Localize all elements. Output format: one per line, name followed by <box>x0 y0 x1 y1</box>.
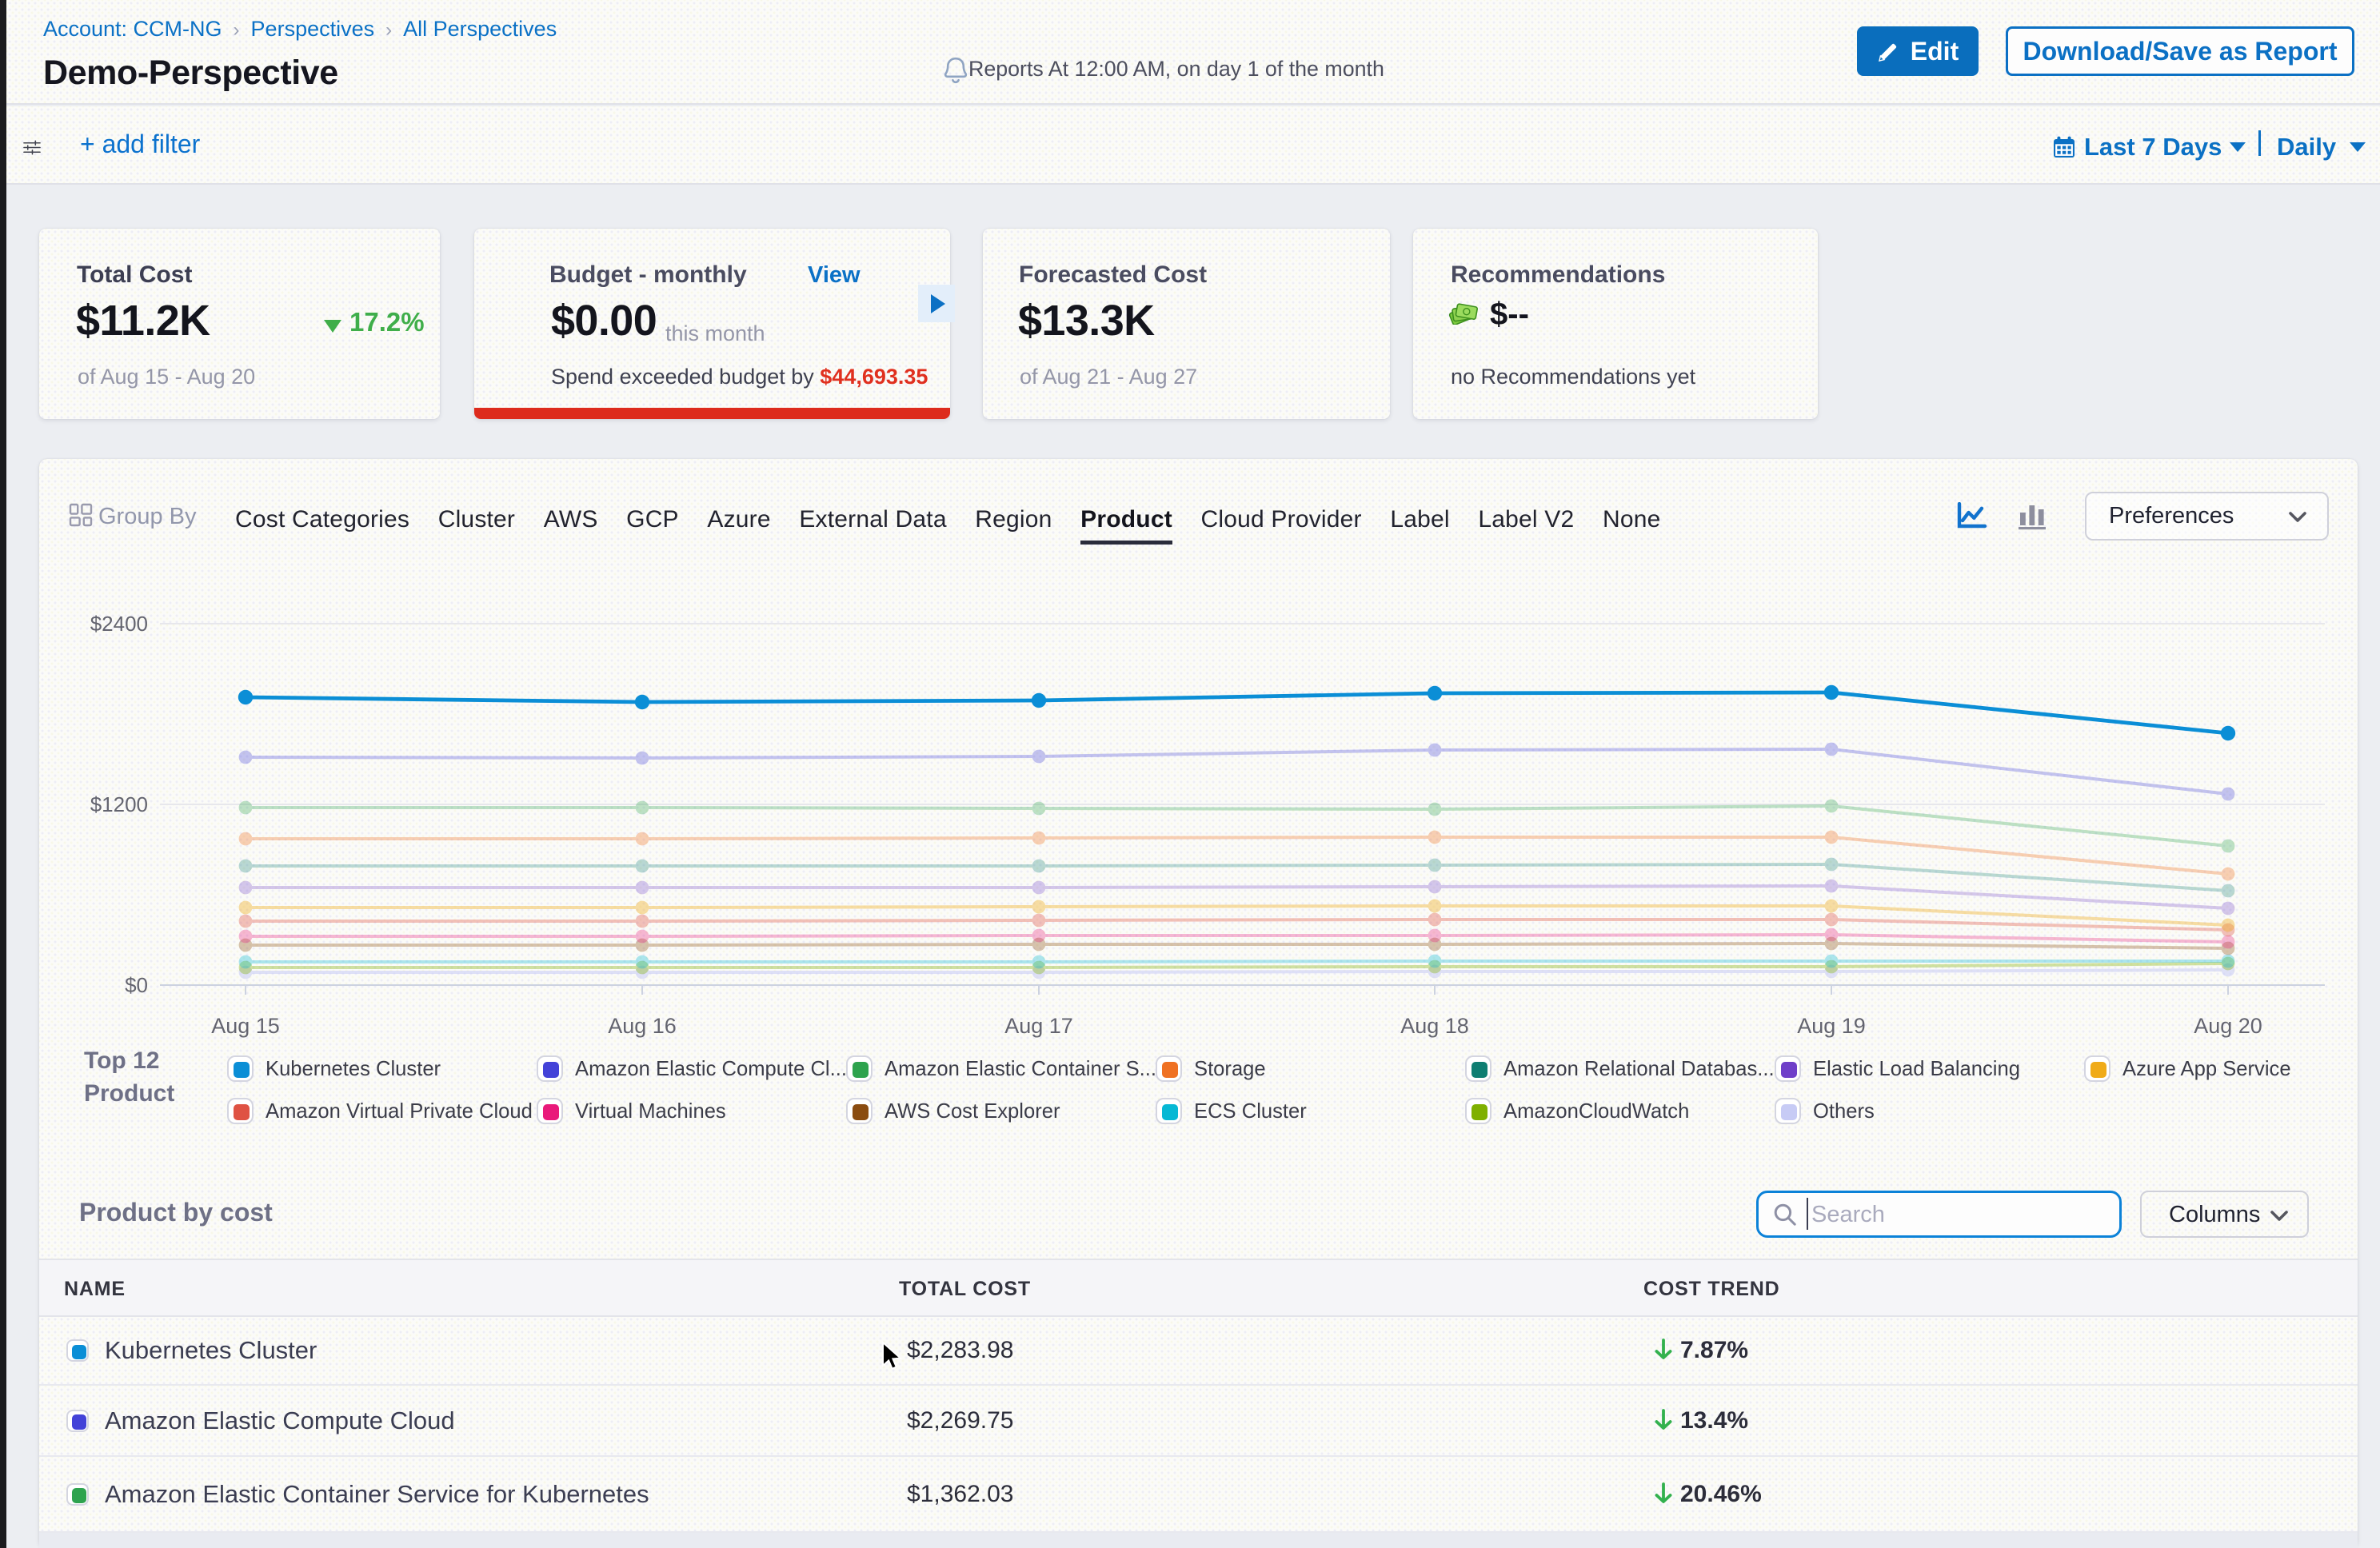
svg-text:Aug 20: Aug 20 <box>2194 1014 2262 1038</box>
svg-text:$2400: $2400 <box>90 612 148 636</box>
svg-text:Aug 15: Aug 15 <box>211 1014 280 1038</box>
svg-text:Aug 19: Aug 19 <box>1797 1014 1866 1038</box>
svg-text:Aug 17: Aug 17 <box>1004 1014 1073 1038</box>
svg-text:Aug 16: Aug 16 <box>608 1014 677 1038</box>
svg-text:$0: $0 <box>125 973 148 997</box>
svg-text:$1200: $1200 <box>90 792 148 816</box>
svg-text:Aug 18: Aug 18 <box>1400 1014 1469 1038</box>
